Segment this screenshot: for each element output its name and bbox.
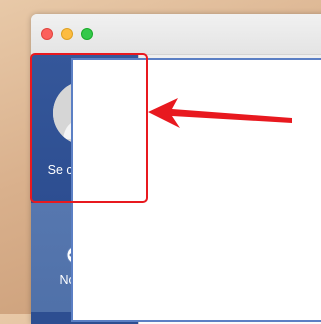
title-bar	[31, 14, 321, 55]
close-window-button[interactable]	[41, 28, 53, 40]
callout-highlight-box	[30, 53, 148, 203]
maximize-window-button[interactable]	[81, 28, 93, 40]
minimize-window-button[interactable]	[61, 28, 73, 40]
arrow-left-icon	[146, 96, 296, 135]
